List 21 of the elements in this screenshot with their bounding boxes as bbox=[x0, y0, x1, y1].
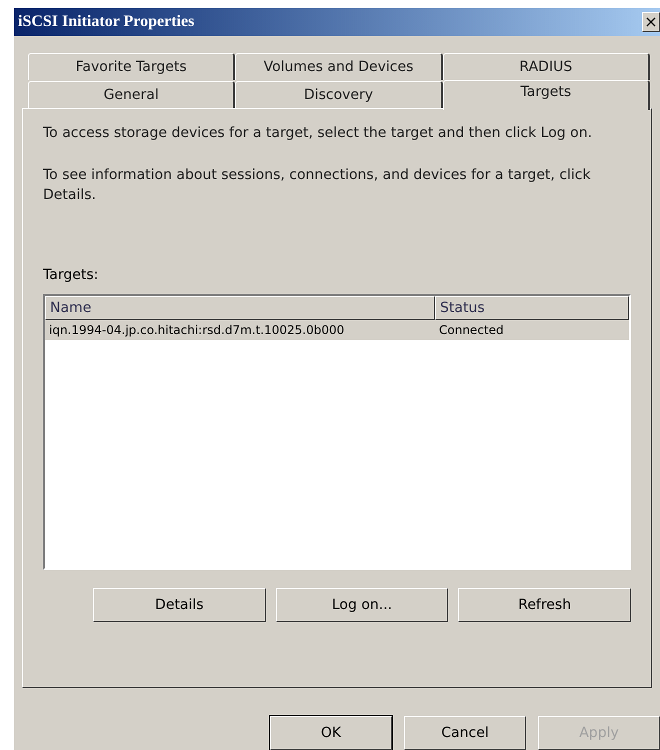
description-text: To access storage devices for a target, select the target and then click Log on. bbox=[43, 124, 594, 143]
target-row[interactable]: iqn.1994-04.jp.co.hitachi:rsd.d7m.t.10025.0b000 Connected bbox=[45, 320, 629, 340]
button[interactable]: Cancel bbox=[404, 716, 526, 750]
tab[interactable]: Favorite Targets bbox=[28, 53, 236, 80]
window-title: iSCSI Initiator Properties bbox=[18, 12, 194, 32]
column-header[interactable]: Name bbox=[45, 296, 435, 320]
tab[interactable]: Targets bbox=[442, 80, 650, 110]
button[interactable]: Log on... bbox=[276, 588, 448, 622]
button[interactable]: OK bbox=[270, 716, 392, 750]
column-header[interactable]: Status bbox=[435, 296, 629, 320]
table-cell-text: iqn.1994-04.jp.co.hitachi:rsd.d7m.t.10025.0b000 bbox=[48, 322, 346, 339]
tab[interactable]: General bbox=[28, 81, 236, 108]
tab[interactable]: RADIUS bbox=[442, 53, 650, 80]
tab[interactable]: Volumes and Devices bbox=[235, 53, 443, 80]
button[interactable]: Details bbox=[92, 588, 266, 622]
button[interactable]: Refresh bbox=[458, 588, 631, 622]
close-button[interactable]: × bbox=[642, 12, 660, 32]
description-text: To see information about sessions, connections, and devices for a target, click Details. bbox=[43, 166, 592, 205]
table-cell-text: Connected bbox=[438, 322, 505, 339]
tab[interactable]: Discovery bbox=[235, 81, 443, 108]
targets-label: Targets: bbox=[43, 266, 98, 285]
